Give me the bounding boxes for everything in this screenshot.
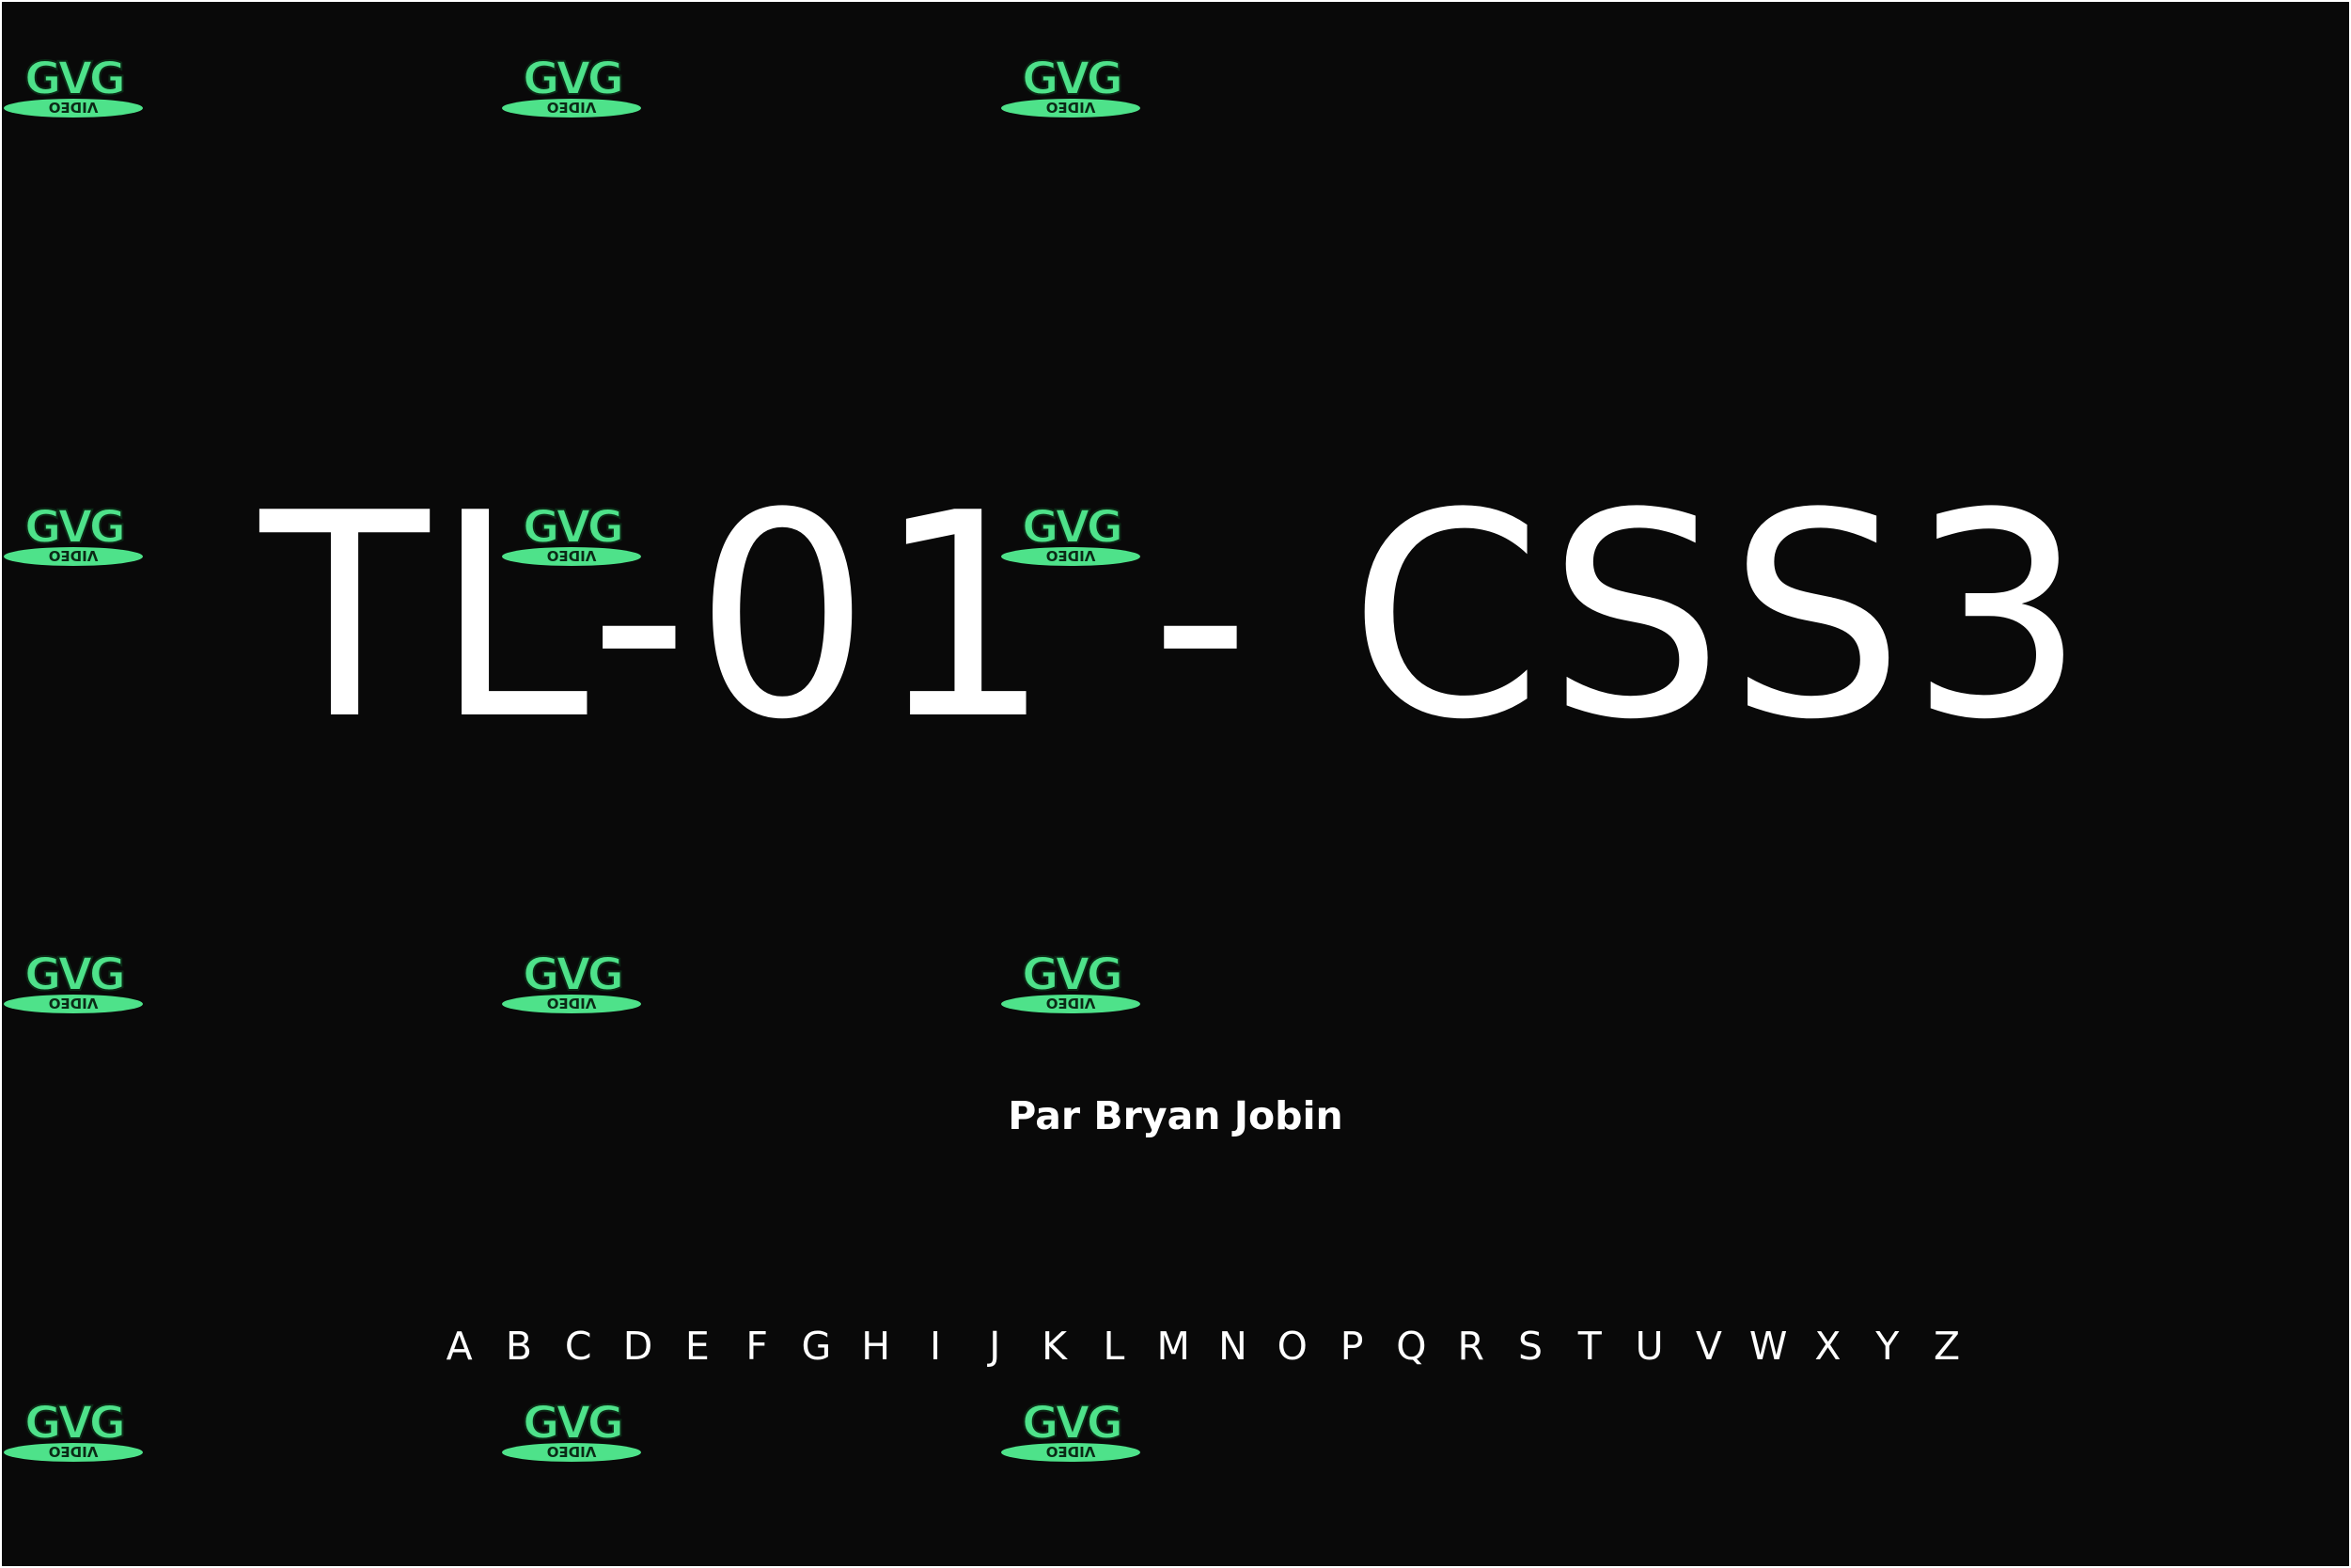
svg-text:GVG: GVG: [24, 56, 123, 105]
gvg-video-logo-icon: VIDEO GVG: [999, 1401, 1142, 1463]
alphabet-letter-y[interactable]: Y: [1857, 1324, 1917, 1369]
svg-text:GVG: GVG: [1022, 56, 1121, 105]
alphabet-letter-s[interactable]: S: [1500, 1324, 1559, 1369]
gvg-video-logo-icon: VIDEO GVG: [500, 1401, 643, 1463]
page-title: TL-01 - CSS3: [259, 453, 2092, 781]
gvg-video-logo-icon: VIDEO GVG: [2, 952, 145, 1014]
alphabet-letter-w[interactable]: W: [1739, 1324, 1798, 1369]
author-byline: Par Bryan Jobin: [1008, 1093, 1343, 1138]
alphabet-letter-m[interactable]: M: [1144, 1324, 1203, 1369]
alphabet-letter-a[interactable]: A: [430, 1324, 489, 1369]
svg-text:GVG: GVG: [523, 56, 621, 105]
alphabet-letter-c[interactable]: C: [549, 1324, 608, 1369]
svg-text:GVG: GVG: [1022, 1401, 1121, 1450]
alphabet-letter-u[interactable]: U: [1620, 1324, 1679, 1369]
alphabet-letter-p[interactable]: P: [1322, 1324, 1381, 1369]
gvg-video-logo-icon: VIDEO GVG: [2, 1401, 145, 1463]
alphabet-letter-l[interactable]: L: [1084, 1324, 1143, 1369]
svg-text:GVG: GVG: [1022, 952, 1121, 1001]
alphabet-letter-t[interactable]: T: [1560, 1324, 1620, 1369]
alphabet-letter-n[interactable]: N: [1203, 1324, 1262, 1369]
alphabet-letter-f[interactable]: F: [727, 1324, 786, 1369]
gvg-video-logo-icon: VIDEO GVG: [2, 56, 145, 118]
alphabet-letter-h[interactable]: H: [846, 1324, 905, 1369]
svg-text:GVG: GVG: [523, 1401, 621, 1450]
alphabet-letter-v[interactable]: V: [1679, 1324, 1738, 1369]
svg-text:GVG: GVG: [24, 1401, 123, 1450]
alphabet-letter-k[interactable]: K: [1025, 1324, 1084, 1369]
gvg-video-logo-icon: VIDEO GVG: [500, 56, 643, 118]
alphabet-letter-j[interactable]: J: [965, 1324, 1025, 1369]
alphabet-letter-i[interactable]: I: [905, 1324, 964, 1369]
svg-text:GVG: GVG: [523, 952, 621, 1001]
alphabet-letter-g[interactable]: G: [787, 1324, 846, 1369]
alphabet-letter-x[interactable]: X: [1798, 1324, 1857, 1369]
alphabet-letter-z[interactable]: Z: [1917, 1324, 1976, 1369]
svg-text:GVG: GVG: [24, 952, 123, 1001]
alphabet-letter-r[interactable]: R: [1441, 1324, 1500, 1369]
alphabet-letter-b[interactable]: B: [489, 1324, 548, 1369]
alphabet-index: ABCDEFGHIJKLMNOPQRSTUVWXYZ: [430, 1318, 1977, 1374]
alphabet-letter-e[interactable]: E: [667, 1324, 727, 1369]
alphabet-letter-q[interactable]: Q: [1382, 1324, 1441, 1369]
gvg-video-logo-icon: VIDEO GVG: [500, 952, 643, 1014]
alphabet-letter-d[interactable]: D: [608, 1324, 667, 1369]
gvg-video-logo-icon: VIDEO GVG: [999, 952, 1142, 1014]
page-canvas: VIDEO GVG VIDEO GVG VIDEO GVG VIDEO GVG VIDEO GVG…: [2, 2, 2349, 1566]
gvg-video-logo-icon: VIDEO GVG: [999, 56, 1142, 118]
alphabet-letter-o[interactable]: O: [1262, 1324, 1322, 1369]
